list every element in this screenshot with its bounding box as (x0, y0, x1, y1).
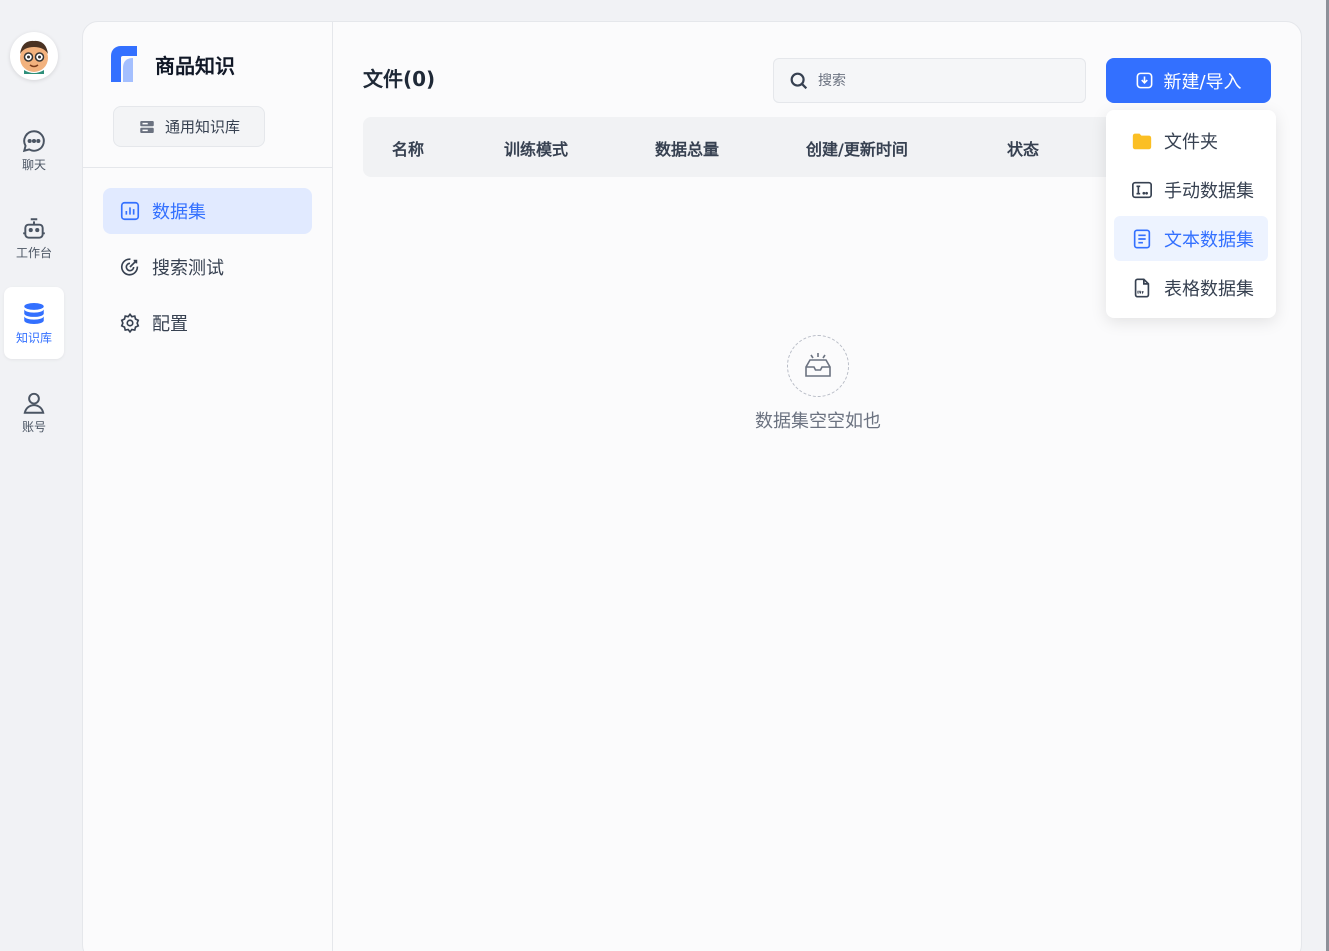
app-logo-icon (111, 46, 137, 82)
nav-item-label: 知识库 (15, 330, 52, 345)
nav-item-label: 聊天 (21, 157, 46, 172)
dropdown-item-label: 表格数据集 (1164, 278, 1254, 300)
sidebar-item-label: 搜索测试 (152, 258, 224, 279)
avatar-face-icon (20, 40, 48, 74)
kb-title: 商品知识 (155, 53, 235, 78)
search-icon (790, 72, 808, 89)
sidebar-item-dataset[interactable]: 数据集 (103, 188, 312, 234)
new-import-button[interactable]: 新建/导入 (1106, 58, 1271, 103)
kb-header: 商品知识 (107, 42, 235, 86)
server-icon (140, 120, 154, 133)
search-box[interactable] (773, 58, 1086, 103)
dropdown-item-text-dataset[interactable]: 文本数据集 (1114, 216, 1268, 261)
column-header-training-mode: 训练模式 (504, 140, 569, 159)
gear-icon (120, 312, 140, 334)
kb-type-label: 通用知识库 (164, 118, 240, 136)
column-header-updated-time: 创建/更新时间 (806, 140, 908, 159)
nav-rail: 聊天 工作台 知识库 账号 (0, 0, 70, 951)
kb-type-badge[interactable]: 通用知识库 (113, 106, 265, 147)
nav-item-chat[interactable]: 聊天 (4, 114, 64, 186)
dropdown-item-label: 文件夹 (1164, 131, 1218, 153)
sidebar-item-label: 配置 (152, 314, 188, 335)
nav-item-label: 账号 (21, 419, 46, 434)
new-import-dropdown: 文件夹 手动数据集 文本数据集 表格数据集 (1106, 110, 1276, 318)
new-import-label: 新建/导入 (1163, 71, 1242, 93)
column-header-data-total: 数据总量 (655, 140, 720, 159)
sidebar-divider (83, 167, 333, 168)
csv-file-icon (1134, 277, 1150, 298)
chat-icon (22, 129, 45, 152)
import-icon (1137, 72, 1153, 89)
column-header-status: 状态 (1007, 140, 1040, 159)
nav-item-label: 工作台 (15, 245, 52, 260)
sidebar-item-label: 数据集 (152, 202, 206, 223)
empty-state: 数据集空空如也 (713, 335, 923, 433)
dropdown-item-manual-dataset[interactable]: 手动数据集 (1114, 167, 1268, 212)
dropdown-item-label: 文本数据集 (1164, 229, 1254, 251)
robot-icon (23, 217, 45, 239)
kb-sidebar: 商品知识 通用知识库 数据集 搜索测试 配置 (83, 22, 333, 951)
dropdown-item-label: 手动数据集 (1164, 180, 1254, 202)
database-icon (24, 302, 44, 324)
folder-icon (1132, 133, 1152, 149)
sidebar-item-config[interactable]: 配置 (103, 300, 312, 346)
dropdown-item-table-dataset[interactable]: 表格数据集 (1114, 265, 1268, 310)
empty-text: 数据集空空如也 (755, 411, 881, 432)
empty-box-icon (787, 335, 849, 397)
target-icon (120, 258, 139, 276)
user-avatar[interactable] (10, 32, 58, 80)
files-title: 文件(0) (363, 67, 436, 91)
nav-item-account[interactable]: 账号 (4, 376, 64, 448)
search-input[interactable] (818, 72, 1068, 89)
nav-item-workbench[interactable]: 工作台 (4, 202, 64, 274)
nav-item-knowledge-base[interactable]: 知识库 (4, 287, 64, 359)
column-header-name: 名称 (392, 140, 425, 159)
sidebar-item-search-test[interactable]: 搜索测试 (103, 244, 312, 290)
bar-chart-icon (120, 201, 140, 221)
text-file-icon (1133, 228, 1151, 249)
dropdown-item-folder[interactable]: 文件夹 (1114, 118, 1268, 163)
user-icon (23, 392, 45, 414)
manual-input-icon (1132, 181, 1152, 198)
